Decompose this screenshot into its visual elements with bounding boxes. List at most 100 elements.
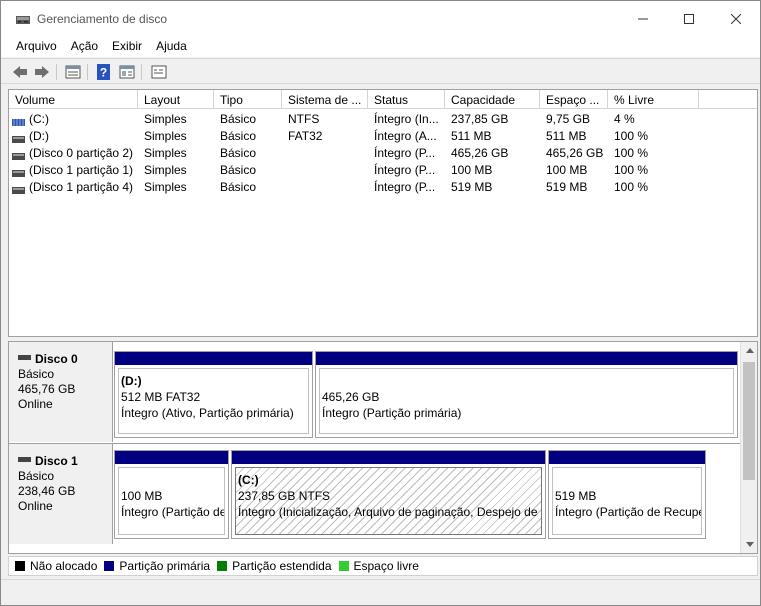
table-row[interactable]: (Disco 0 partição 2) Simples Básico Ínte… <box>9 144 757 161</box>
partition-d[interactable]: (D:) 512 MB FAT32 Íntegro (Ativo, Partiç… <box>114 351 313 438</box>
disk-type: Básico <box>18 469 55 483</box>
column-header-tipo[interactable]: Tipo <box>214 90 282 109</box>
properties-icon[interactable] <box>118 63 136 80</box>
disk-name: Disco 0 <box>35 352 78 366</box>
cell-sistema <box>282 144 368 161</box>
partition-status: Íntegro (Partição de Recupe <box>555 505 702 519</box>
cell-capacidade: 465,26 GB <box>451 146 509 160</box>
cell-livre: 100 % <box>614 146 649 160</box>
partition-bar <box>316 352 737 365</box>
partition-name: (D:) <box>121 374 142 388</box>
partition-body: 100 MB Íntegro (Partição de <box>118 467 225 535</box>
disk-pane-scrollbar[interactable] <box>740 342 757 553</box>
volume-icon <box>12 149 25 161</box>
disk-management-app-icon <box>15 13 31 27</box>
console-icon[interactable] <box>150 63 168 80</box>
cell-espaco: 9,75 GB <box>546 112 591 126</box>
cell-layout: Simples <box>144 180 187 194</box>
partition-disk1-part4[interactable]: 519 MB Íntegro (Partição de Recupe <box>548 450 706 539</box>
window-title: Gerenciamento de disco <box>37 12 168 26</box>
menu-acao[interactable]: Ação <box>64 37 105 57</box>
volume-name: (Disco 1 partição 1) <box>29 163 134 177</box>
column-header-capacidade[interactable]: Capacidade <box>445 90 540 109</box>
cell-volume: (Disco 1 partição 4) <box>9 178 138 195</box>
cell-sistema <box>282 161 368 178</box>
cell-sistema: FAT32 <box>288 129 323 143</box>
cell-status: Íntegro (P... <box>374 163 436 177</box>
column-header-espaco[interactable]: Espaço ... <box>540 90 608 109</box>
back-arrow-icon[interactable] <box>11 63 29 80</box>
partition-size: 100 MB <box>121 489 163 503</box>
legend-item-espaco-livre: Espaço livre <box>338 559 419 573</box>
menu-exibir[interactable]: Exibir <box>105 37 149 57</box>
disk-0-label[interactable]: Disco 0 Básico 465,76 GB Online <box>9 342 113 442</box>
scroll-up-icon[interactable] <box>741 342 757 359</box>
legend-swatch <box>338 561 349 571</box>
column-header-layout[interactable]: Layout <box>138 90 214 109</box>
minimize-button[interactable] <box>620 1 666 37</box>
partition-bar <box>115 451 228 464</box>
partition-body: 519 MB Íntegro (Partição de Recupe <box>552 467 702 535</box>
partition-size: 512 MB FAT32 <box>121 390 201 404</box>
table-row[interactable]: (Disco 1 partição 1) Simples Básico Ínte… <box>9 161 757 178</box>
cell-volume: (Disco 1 partição 1) <box>9 161 138 178</box>
cell-livre: 100 % <box>614 180 649 194</box>
partition-body: 465,26 GB Íntegro (Partição primária) <box>319 368 734 434</box>
partition-disk0-part2[interactable]: 465,26 GB Íntegro (Partição primária) <box>315 351 738 438</box>
legend-swatch <box>217 561 228 571</box>
partition-bar <box>115 352 312 365</box>
menu-arquivo[interactable]: Arquivo <box>9 37 64 57</box>
legend-item-nao-alocado: Não alocado <box>15 559 97 573</box>
partition-bar <box>549 451 705 464</box>
disk-name: Disco 1 <box>35 454 78 468</box>
status-bar <box>1 579 760 605</box>
disk-divider <box>9 443 741 444</box>
column-header-sistema[interactable]: Sistema de ... <box>282 90 368 109</box>
legend-label: Espaço livre <box>353 559 419 573</box>
cell-sistema: NTFS <box>288 112 320 126</box>
toolbar-separator <box>141 64 142 80</box>
help-glyph: ? <box>100 65 107 79</box>
column-header-status[interactable]: Status <box>368 90 445 109</box>
cell-tipo: Básico <box>220 146 257 160</box>
column-header-livre[interactable]: % Livre <box>608 90 699 109</box>
cell-layout: Simples <box>144 146 187 160</box>
cell-tipo: Básico <box>220 112 257 126</box>
cell-tipo: Básico <box>220 129 257 143</box>
table-row[interactable]: (Disco 1 partição 4) Simples Básico Ínte… <box>9 178 757 195</box>
partition-size: 465,26 GB <box>322 390 380 404</box>
partition-body: (D:) 512 MB FAT32 Íntegro (Ativo, Partiç… <box>118 368 309 434</box>
table-row[interactable]: (C:) Simples Básico NTFS Íntegro (In... … <box>9 110 757 127</box>
volume-list[interactable]: Volume Layout Tipo Sistema de ... Status… <box>8 89 758 337</box>
volume-icon <box>12 183 25 195</box>
volume-icon <box>12 132 25 144</box>
title-bar: Gerenciamento de disco <box>1 1 760 37</box>
help-icon[interactable]: ? <box>95 63 113 80</box>
forward-arrow-icon[interactable] <box>33 63 51 80</box>
partition-disk1-part1[interactable]: 100 MB Íntegro (Partição de <box>114 450 229 539</box>
striped-volume-icon <box>12 115 25 127</box>
disk-state: Online <box>18 397 53 411</box>
disk-1-label[interactable]: Disco 1 Básico 238,46 GB Online <box>9 444 113 544</box>
cell-capacidade: 519 MB <box>451 180 493 194</box>
scroll-down-icon[interactable] <box>741 536 757 553</box>
partition-c[interactable]: (C:) 237,85 GB NTFS Íntegro (Inicializaç… <box>231 450 546 539</box>
column-header-volume[interactable]: Volume <box>9 90 138 109</box>
menu-ajuda[interactable]: Ajuda <box>149 37 194 57</box>
disk-list-icon[interactable] <box>64 63 82 80</box>
close-button[interactable] <box>713 1 759 37</box>
cell-livre: 4 % <box>614 112 635 126</box>
maximize-button[interactable] <box>666 1 712 37</box>
table-row[interactable]: (D:) Simples Básico FAT32 Íntegro (A... … <box>9 127 757 144</box>
toolbar-separator <box>56 64 57 80</box>
disk-state: Online <box>18 499 53 513</box>
volume-name: (Disco 0 partição 2) <box>29 146 134 160</box>
cell-volume: (Disco 0 partição 2) <box>9 144 138 161</box>
scrollbar-thumb[interactable] <box>743 362 755 480</box>
partition-name: (C:) <box>238 473 259 487</box>
disk-size: 238,46 GB <box>18 484 76 498</box>
legend: Não alocado Partição primária Partição e… <box>8 556 758 576</box>
cell-layout: Simples <box>144 163 187 177</box>
legend-label: Não alocado <box>30 559 98 573</box>
cell-tipo: Básico <box>220 163 257 177</box>
